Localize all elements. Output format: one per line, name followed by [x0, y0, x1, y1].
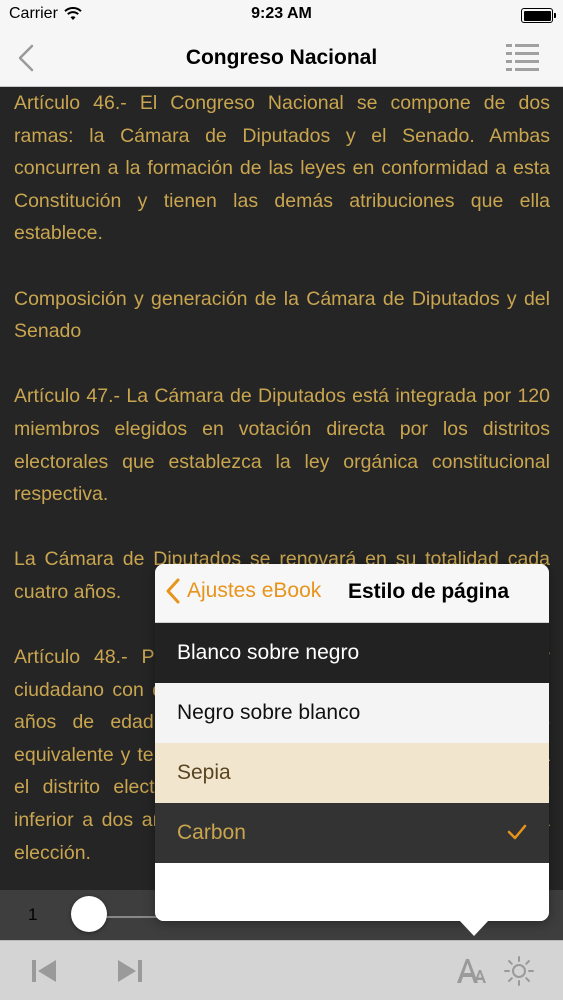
popover-back-button[interactable]: Ajustes eBook — [165, 578, 321, 604]
battery-icon — [521, 8, 556, 23]
bottom-toolbar — [0, 940, 563, 1000]
font-size-icon[interactable] — [455, 955, 487, 987]
popover-header: Ajustes eBook Estilo de página — [155, 564, 549, 623]
option-label: Negro sobre blanco — [177, 701, 361, 724]
option-blanco-sobre-negro[interactable]: Blanco sobre negro — [155, 623, 549, 683]
option-sepia[interactable]: Sepia — [155, 743, 549, 803]
page-number: 1 — [28, 905, 38, 924]
status-bar: Carrier 9:23 AM — [0, 0, 563, 30]
popover-arrow — [459, 920, 489, 936]
option-label: Carbon — [177, 821, 246, 844]
page-title: Congreso Nacional — [185, 46, 378, 69]
skip-forward-icon[interactable] — [114, 955, 146, 987]
option-label: Blanco sobre negro — [177, 641, 360, 664]
page-style-popover: Ajustes eBook Estilo de página Blanco so… — [155, 564, 549, 921]
navigation-bar: Congreso Nacional — [0, 30, 563, 87]
paragraph: Artículo 47.- La Cámara de Diputados est… — [14, 385, 550, 506]
option-carbon[interactable]: Carbon — [155, 803, 549, 863]
status-time: 9:23 AM — [251, 5, 312, 22]
page-slider-thumb[interactable] — [71, 896, 107, 932]
chevron-left-icon — [166, 578, 180, 604]
option-label: Sepia — [177, 761, 231, 784]
popover-back-label: Ajustes eBook — [187, 579, 322, 602]
list-icon[interactable] — [505, 42, 541, 74]
checkmark-icon — [507, 824, 527, 840]
popover-empty-area — [155, 863, 549, 921]
option-negro-sobre-blanco[interactable]: Negro sobre blanco — [155, 683, 549, 743]
brightness-icon[interactable] — [503, 955, 535, 987]
popover-title: Estilo de página — [348, 580, 510, 603]
paragraph: Composición y generación de la Cámara de… — [14, 287, 550, 343]
paragraph: Artículo 46.- El Congreso Nacional se co… — [14, 92, 550, 245]
skip-back-icon[interactable] — [28, 955, 60, 987]
chevron-left-icon[interactable] — [12, 42, 44, 74]
